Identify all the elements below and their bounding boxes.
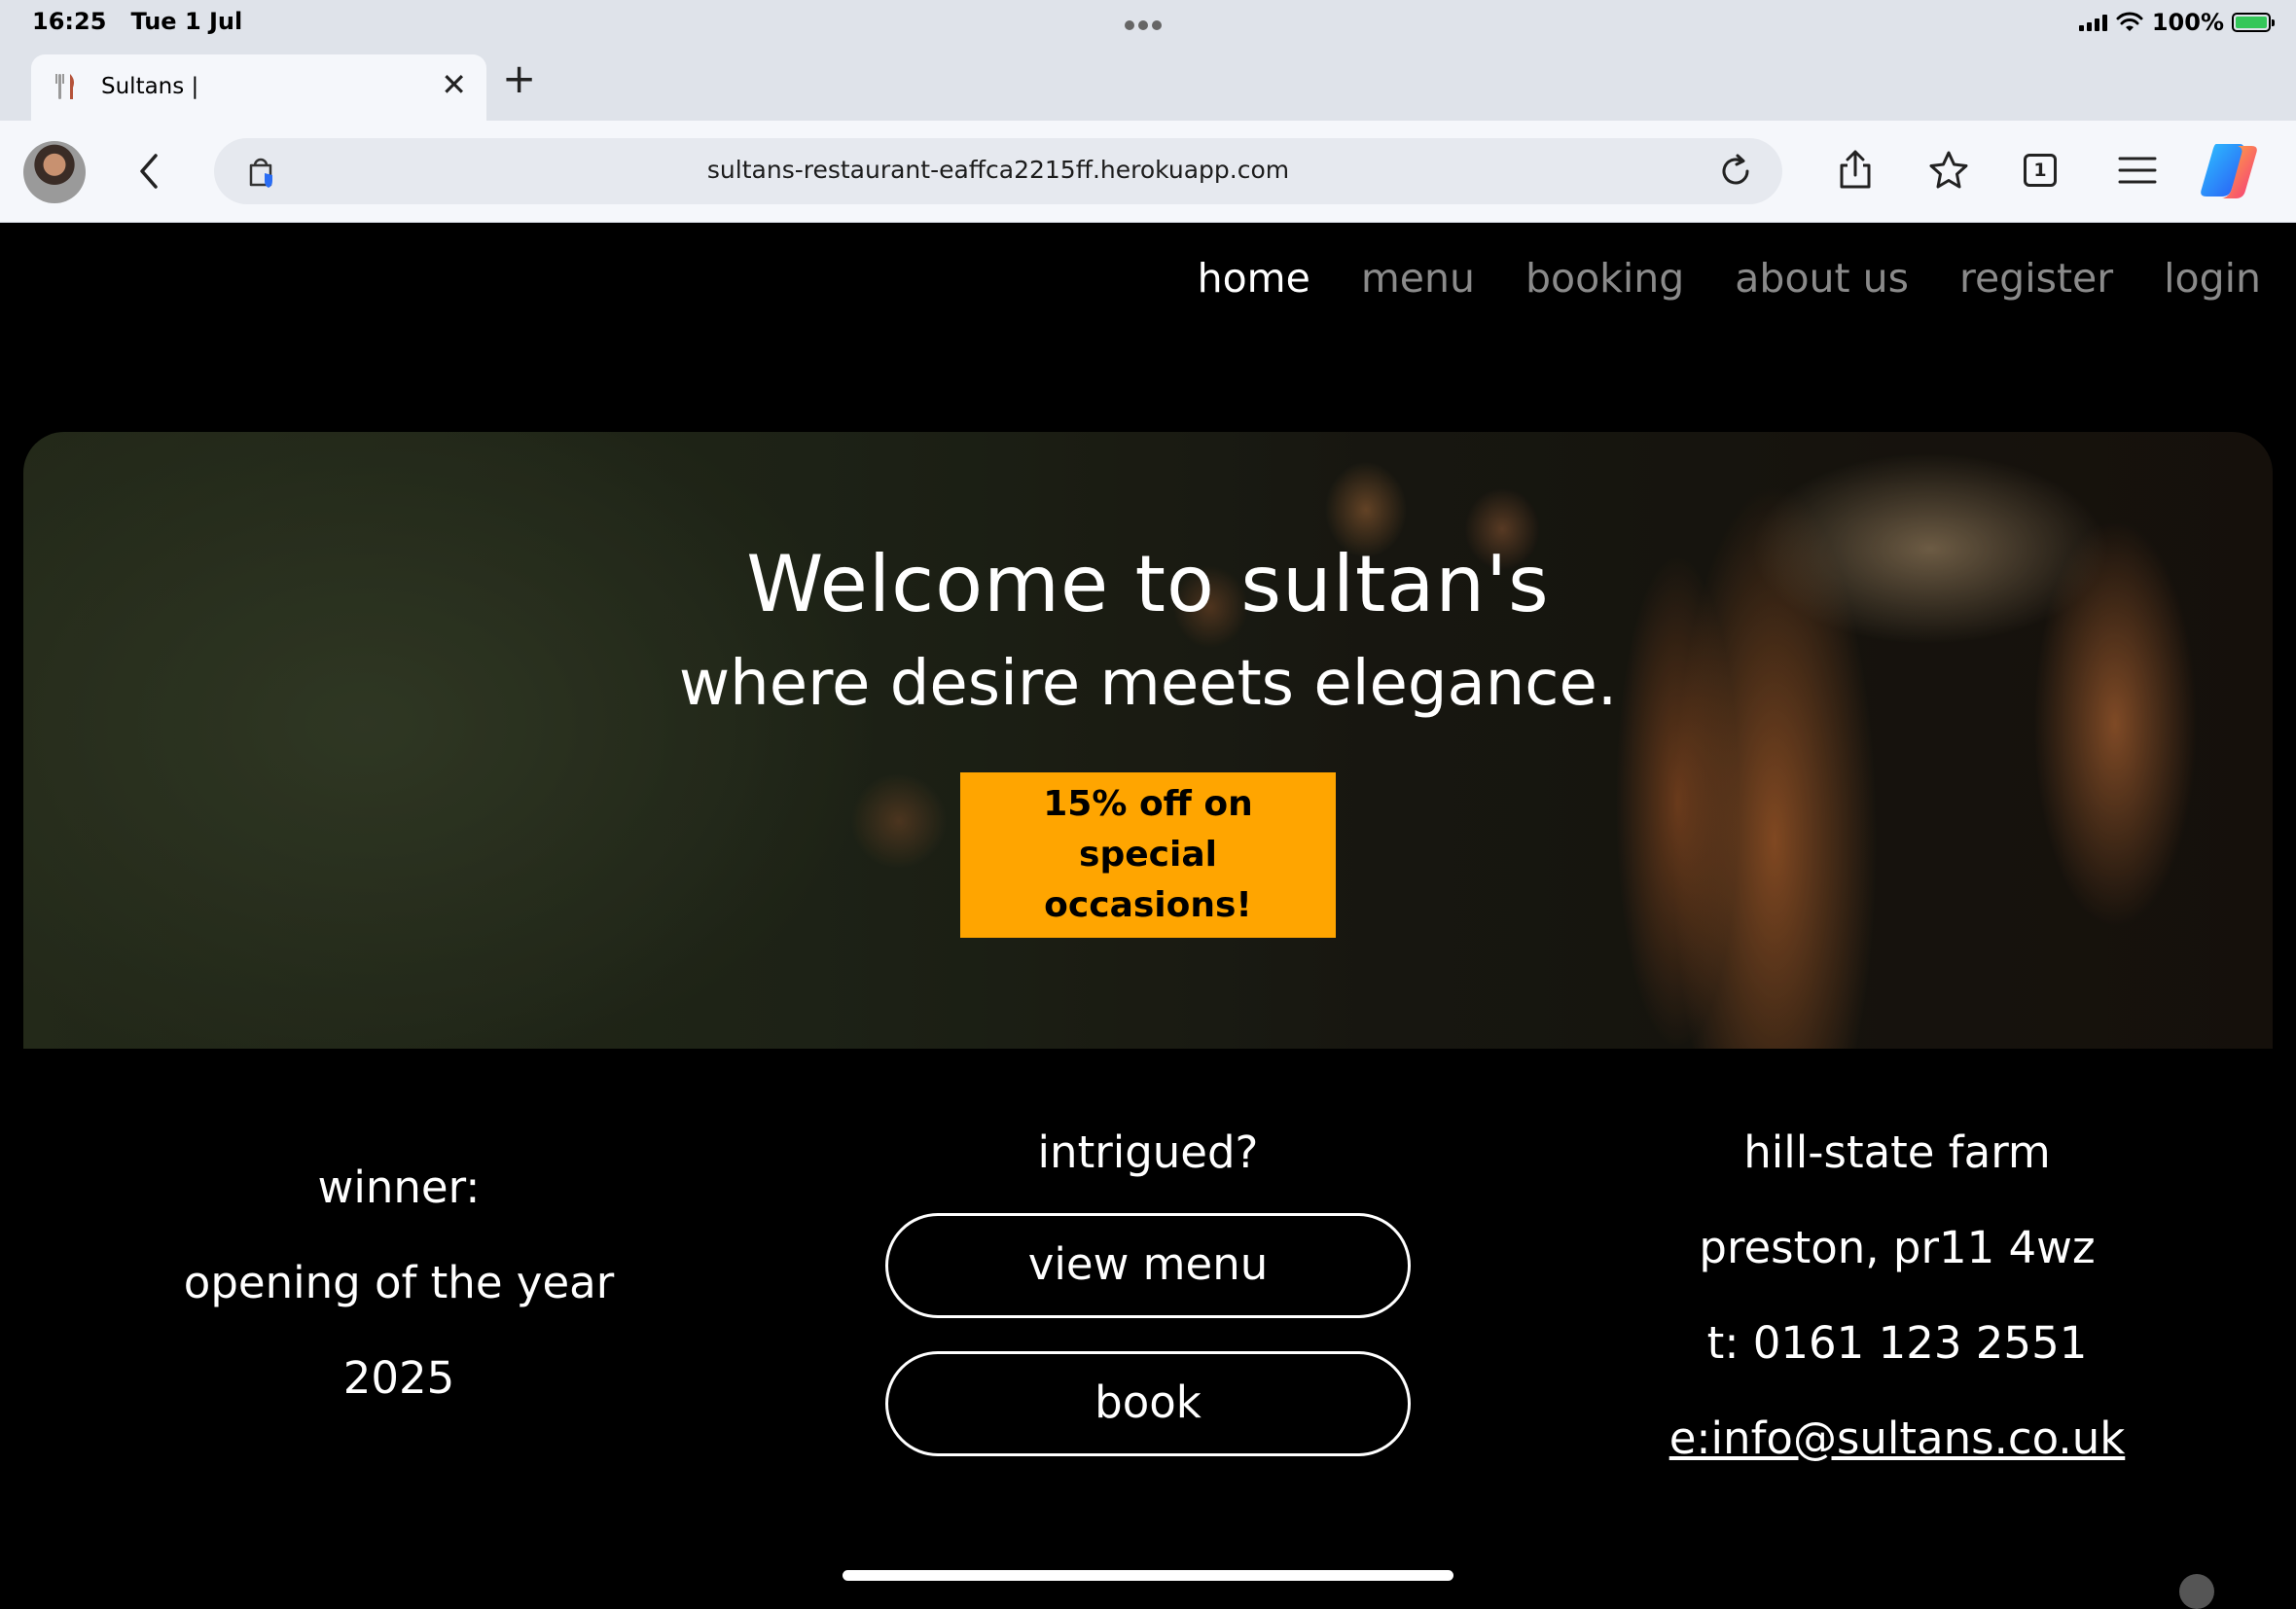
- copilot-icon[interactable]: [2195, 140, 2263, 202]
- award-year: 2025: [342, 1352, 455, 1404]
- new-tab-plus-icon[interactable]: +: [502, 54, 536, 103]
- fork-knife-icon: [55, 74, 74, 99]
- address-line-2: preston, pr11 4wz: [1699, 1222, 2096, 1273]
- cta-heading: intrigued?: [1037, 1126, 1259, 1178]
- share-icon[interactable]: [1833, 148, 1878, 193]
- nav-menu[interactable]: menu: [1361, 255, 1475, 302]
- close-icon[interactable]: ✕: [441, 69, 467, 100]
- url-text: sultans-restaurant-eaffca2215ff.herokuap…: [706, 156, 1290, 184]
- site-nav: home menu booking about us register logi…: [1198, 255, 2261, 302]
- home-indicator[interactable]: [843, 1570, 1453, 1581]
- wifi-icon: [2116, 12, 2143, 31]
- award-label: winner:: [317, 1162, 481, 1213]
- address-line-1: hill-state farm: [1743, 1126, 2051, 1178]
- nav-login[interactable]: login: [2164, 255, 2261, 302]
- battery-fill: [2236, 17, 2267, 28]
- back-arrow-icon[interactable]: [130, 150, 169, 193]
- nav-home[interactable]: home: [1198, 255, 1310, 302]
- status-time: 16:25 Tue 1 Jul: [32, 8, 243, 35]
- reload-icon[interactable]: [1716, 152, 1755, 191]
- nav-register[interactable]: register: [1959, 255, 2113, 302]
- nav-about-us[interactable]: about us: [1735, 255, 1909, 302]
- award-title: opening of the year: [183, 1257, 615, 1308]
- multitasking-dots-icon[interactable]: [1125, 16, 1171, 30]
- view-menu-button[interactable]: view menu: [885, 1213, 1411, 1318]
- status-indicators: 100%: [2078, 8, 2275, 37]
- battery-percent: 100%: [2151, 9, 2224, 36]
- battery-icon: [2232, 13, 2275, 32]
- nav-booking[interactable]: booking: [1525, 255, 1684, 302]
- hero-title: Welcome to sultan's: [746, 539, 1550, 629]
- scroll-indicator: [2179, 1574, 2214, 1609]
- tab-sultans[interactable]: Sultans | ✕: [31, 54, 486, 121]
- special-offer-button[interactable]: 15% off on special occasions!: [960, 772, 1336, 938]
- award-section: winner: opening of the year 2025: [117, 1162, 681, 1448]
- email-link[interactable]: e:info@sultans.co.uk: [1669, 1412, 2126, 1464]
- cta-section: intrigued? view menu book: [876, 1126, 1420, 1456]
- profile-avatar[interactable]: [23, 141, 86, 203]
- browser-toolbar: sultans-restaurant-eaffca2215ff.herokuap…: [0, 121, 2296, 223]
- cellular-signal-icon: [2078, 14, 2107, 31]
- phone-number: t: 0161 123 2551: [1706, 1317, 2088, 1369]
- tab-title: Sultans |: [101, 74, 199, 99]
- star-icon[interactable]: [1926, 148, 1971, 193]
- address-bar[interactable]: sultans-restaurant-eaffca2215ff.herokuap…: [214, 138, 1782, 204]
- book-button[interactable]: book: [885, 1351, 1411, 1456]
- hero-banner: Welcome to sultan's where desire meets e…: [23, 432, 2273, 1049]
- tabs-icon[interactable]: 1: [2024, 154, 2057, 187]
- status-bar: 16:25 Tue 1 Jul 100%: [0, 0, 2296, 47]
- contact-section: hill-state farm preston, pr11 4wz t: 016…: [1605, 1126, 2189, 1508]
- menu-icon[interactable]: [2115, 148, 2160, 193]
- tab-strip: Sultans | ✕ +: [0, 47, 2296, 121]
- hero-subtitle: where desire meets elegance.: [678, 648, 1618, 720]
